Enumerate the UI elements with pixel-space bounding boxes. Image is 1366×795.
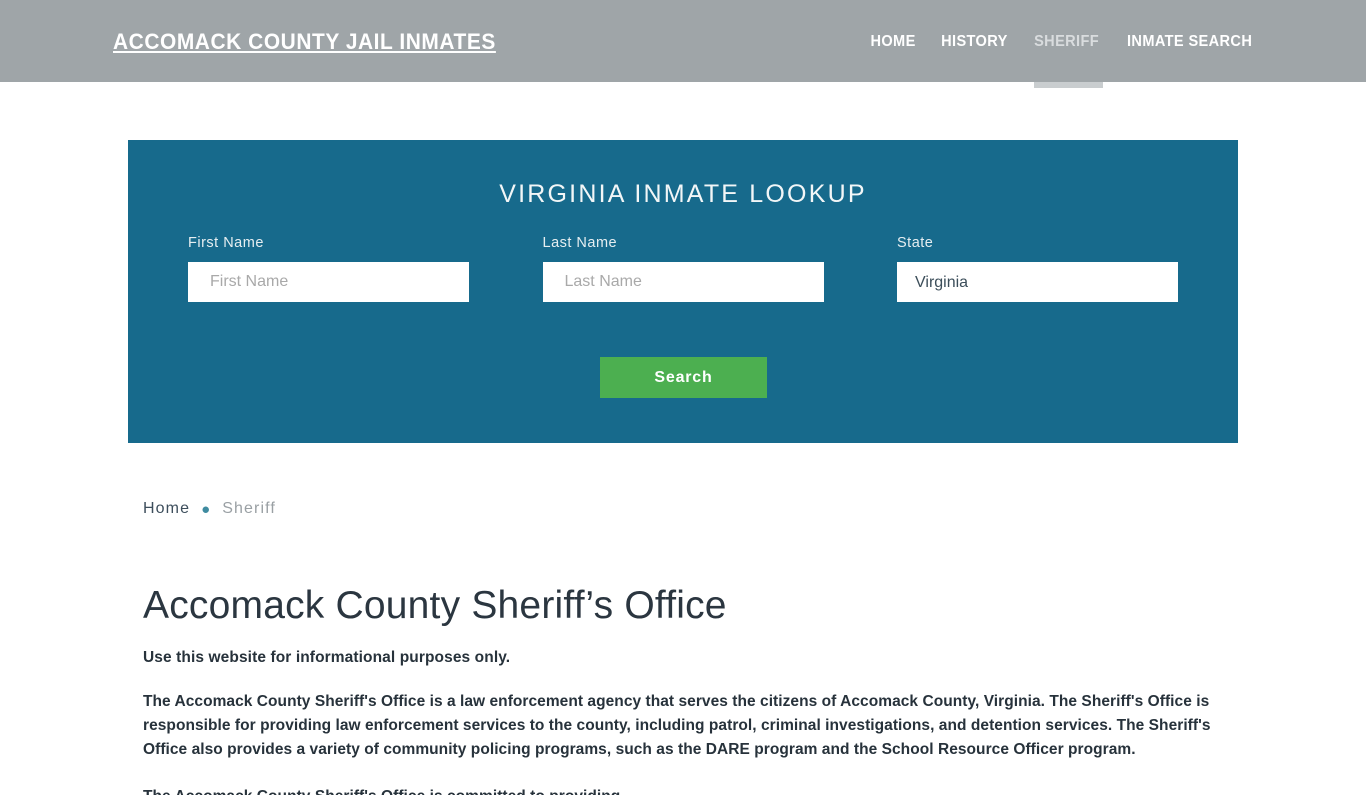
state-field-group: State Virginia xyxy=(897,235,1178,302)
nav-active-indicator xyxy=(1034,82,1103,88)
nav-item-inmate-search[interactable]: INMATE SEARCH xyxy=(1127,33,1252,53)
first-name-field-group: First Name xyxy=(188,235,469,302)
inmate-lookup-panel: VIRGINIA INMATE LOOKUP First Name Last N… xyxy=(128,140,1238,443)
main-navigation: HOME HISTORY SHERIFF INMATE SEARCH xyxy=(869,33,1256,53)
nav-item-sheriff[interactable]: SHERIFF xyxy=(1034,33,1099,53)
nav-item-home[interactable]: HOME xyxy=(870,33,915,53)
lookup-fields-row: First Name Last Name State Virginia xyxy=(188,235,1178,302)
site-logo[interactable]: ACCOMACK COUNTY JAIL INMATES xyxy=(113,29,496,55)
breadcrumb-home[interactable]: Home xyxy=(143,500,190,518)
first-name-input[interactable] xyxy=(188,262,469,302)
breadcrumb-current: Sheriff xyxy=(222,500,276,517)
site-header: ACCOMACK COUNTY JAIL INMATES HOME HISTOR… xyxy=(0,0,1366,88)
next-paragraph-clipped: The Accomack County Sheriff's Office is … xyxy=(143,785,1223,795)
nav-item-history[interactable]: HISTORY xyxy=(941,33,1008,53)
intro-paragraph: The Accomack County Sheriff's Office is … xyxy=(143,692,1211,758)
state-select[interactable]: Virginia xyxy=(897,262,1178,302)
search-button[interactable]: Search xyxy=(600,357,767,398)
disclaimer-text: Use this website for informational purpo… xyxy=(143,648,511,666)
last-name-label: Last Name xyxy=(542,235,618,251)
first-name-label: First Name xyxy=(188,235,264,251)
last-name-field-group: Last Name xyxy=(542,235,824,302)
breadcrumb: Home ● Sheriff xyxy=(143,500,1223,518)
breadcrumb-separator-icon: ● xyxy=(201,500,212,518)
page-title: Accomack County Sheriff’s Office xyxy=(143,584,727,627)
last-name-input[interactable] xyxy=(542,262,824,302)
lookup-title: VIRGINIA INMATE LOOKUP xyxy=(499,180,867,208)
state-label: State xyxy=(897,235,934,251)
main-content: Home ● Sheriff Accomack County Sheriff’s… xyxy=(143,500,1223,795)
